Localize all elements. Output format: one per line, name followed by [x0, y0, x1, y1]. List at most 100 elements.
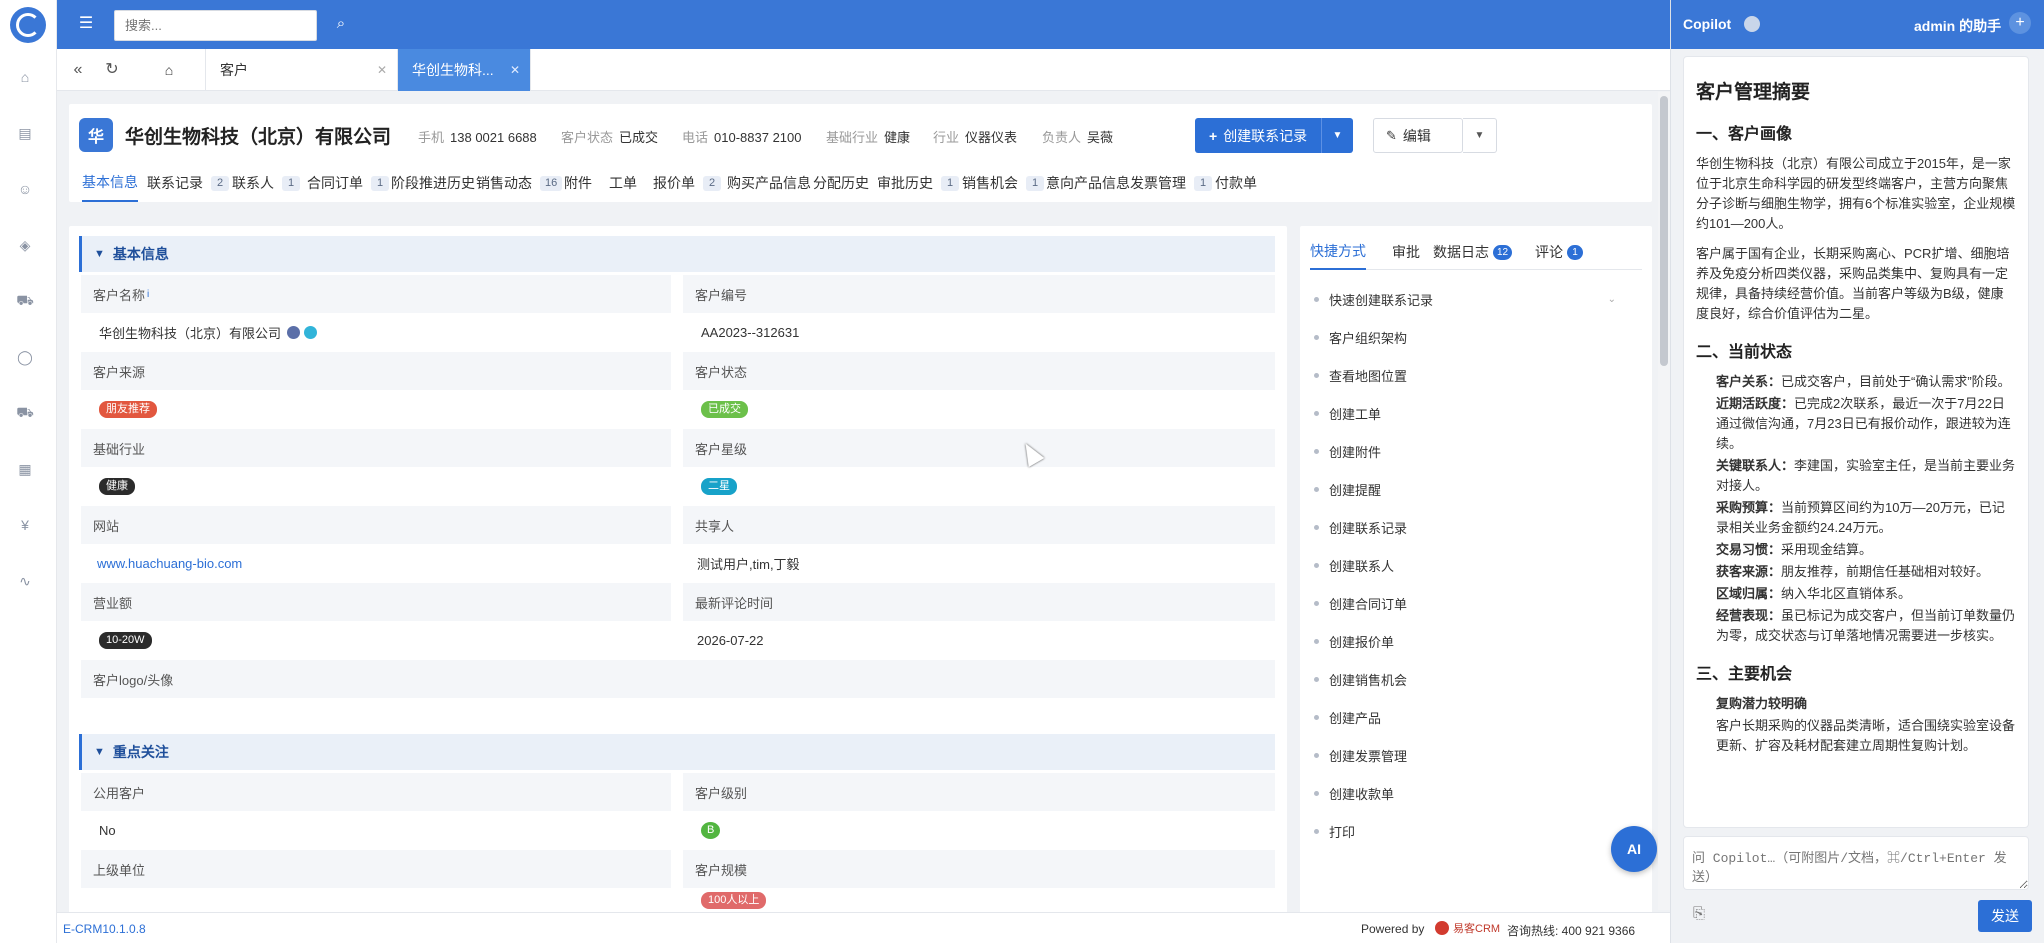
ai-assistant-button[interactable]: AI	[1611, 826, 1657, 872]
activity-icon[interactable]: ∿	[16, 572, 34, 590]
field-label-customer-name: 客户名称 i	[81, 275, 671, 313]
send-button[interactable]: 发送	[1978, 900, 2032, 932]
copilot-input[interactable]	[1683, 836, 2029, 890]
tab-comments[interactable]: 评论 1	[1535, 234, 1583, 270]
edit-more-dropdown[interactable]: ▼	[1463, 118, 1497, 153]
bullet-icon	[1314, 828, 1319, 834]
field-label-level: 客户级别	[683, 773, 1275, 811]
field-value-industry: 健康	[81, 467, 671, 505]
tab-approval[interactable]: 审批	[1392, 234, 1420, 270]
chevron-down-icon[interactable]: ▼	[1321, 118, 1353, 153]
subtab-assignment-history[interactable]: 分配历史	[813, 164, 869, 202]
subtab-stage-history[interactable]: 阶段推进历史	[391, 164, 475, 202]
bullet-icon	[1314, 334, 1319, 340]
field-label-website: 网站	[81, 506, 671, 544]
home-icon[interactable]: ⌂	[16, 68, 34, 86]
section-basic-info[interactable]: ▼ 基本信息	[79, 236, 1275, 272]
subtab-contact-records[interactable]: 联系记录 2	[147, 164, 229, 202]
quick-item-create-invoice[interactable]: 创建发票管理	[1314, 740, 1407, 770]
chevron-down-icon[interactable]: ⌄	[1608, 284, 1616, 314]
summary-bullet: 客户长期采购的仪器品类清晰，适合围绕实验室设备更新、扩容及耗材配套建立周期性复购…	[1716, 718, 2016, 753]
money-icon[interactable]: ¥	[16, 516, 34, 534]
close-icon[interactable]: ✕	[510, 63, 520, 77]
close-icon[interactable]: ✕	[377, 63, 387, 77]
subtab-payments[interactable]: 付款单	[1215, 164, 1257, 202]
quick-item-print[interactable]: 打印	[1314, 816, 1355, 846]
quick-item-create-reminder[interactable]: 创建提醒	[1314, 474, 1381, 504]
website-link[interactable]: www.huachuang-bio.com	[97, 556, 242, 571]
global-search-input[interactable]	[114, 10, 317, 41]
tab-customers[interactable]: 客户 ✕	[206, 49, 398, 91]
section-focus[interactable]: ▼ 重点关注	[79, 734, 1275, 770]
field-label-public: 公用客户	[81, 773, 671, 811]
field-label-industry: 基础行业	[81, 429, 671, 467]
chevron-down-icon: ▼	[94, 248, 105, 260]
subtab-basic-info[interactable]: 基本信息	[82, 164, 138, 202]
quick-item-create-product[interactable]: 创建产品	[1314, 702, 1381, 732]
scrollbar-thumb[interactable]	[1660, 96, 1668, 366]
subtab-quotes[interactable]: 报价单 2	[653, 164, 721, 202]
quick-actions-panel: 快捷方式 审批 数据日志 12 评论 1 快速创建联系记录 ⌄ 客户组织架构 查看地图…	[1300, 226, 1652, 916]
subtab-purchased-products[interactable]: 购买产品信息	[727, 164, 811, 202]
pencil-icon: ✎	[1386, 127, 1397, 143]
calendar-icon[interactable]: ▦	[16, 460, 34, 478]
subtab-intended-products[interactable]: 意向产品信息	[1046, 164, 1130, 202]
edit-button[interactable]: ✎ 编辑	[1373, 118, 1463, 153]
quick-item-create-receipt[interactable]: 创建收款单	[1314, 778, 1394, 808]
search-icon[interactable]: ⌕	[332, 15, 350, 33]
version-link[interactable]: E-CRM10.1.0.8	[63, 922, 146, 936]
quick-item-create-contact[interactable]: 创建联系人	[1314, 550, 1394, 580]
page-scrollbar[interactable]	[1658, 92, 1670, 910]
left-nav-sidebar: ⌂ ▤ ☺ ◈ ⛟ ◯ ⛟ ▦ ¥ ∿	[0, 0, 57, 943]
document-icon[interactable]: ▤	[16, 124, 34, 142]
bullet-icon	[1314, 296, 1319, 302]
quick-item-create-contract[interactable]: 创建合同订单	[1314, 588, 1407, 618]
field-value-public: No	[99, 822, 116, 838]
avatar: 华	[79, 118, 113, 152]
quick-item-org-chart[interactable]: 客户组织架构	[1314, 322, 1407, 352]
subtab-contract-orders[interactable]: 合同订单 1	[307, 164, 389, 202]
chevron-down-icon: ▼	[1474, 130, 1485, 141]
quick-item-create-record[interactable]: 创建联系记录	[1314, 512, 1407, 542]
tab-customer-detail[interactable]: 华创生物科... ✕	[398, 49, 531, 91]
field-label-revenue: 营业额	[81, 583, 671, 621]
field-label-parent: 上级单位	[81, 850, 671, 888]
meta-status: 客户状态 已成交	[561, 130, 659, 145]
shopping-icon[interactable]: ⛟	[16, 404, 34, 422]
quick-item-map[interactable]: 查看地图位置	[1314, 360, 1407, 390]
subtab-work-orders[interactable]: 工单	[609, 164, 637, 202]
badge-icon[interactable]	[287, 325, 301, 339]
info-icon[interactable]: i	[147, 289, 149, 300]
quick-item-create-attachment[interactable]: 创建附件	[1314, 436, 1381, 466]
attach-icon[interactable]: ⎘	[1693, 905, 1711, 923]
chevron-down-icon: ▼	[94, 746, 105, 758]
subtab-sales-activity[interactable]: 销售动态 16	[476, 164, 563, 202]
home-icon: ⌂	[164, 62, 174, 78]
subtab-opportunities[interactable]: 销售机会 1	[962, 164, 1044, 202]
app-logo[interactable]	[10, 7, 46, 43]
quick-item-create-work-order[interactable]: 创建工单	[1314, 398, 1381, 428]
meta-industry: 行业 仪器仪表	[933, 130, 1018, 145]
quick-item-create-opportunity[interactable]: 创建销售机会	[1314, 664, 1407, 694]
stack-icon[interactable]: ◈	[16, 236, 34, 254]
chat-icon[interactable]: ◯	[16, 348, 34, 366]
subtab-approval-history[interactable]: 审批历史 1	[877, 164, 959, 202]
copilot-message: 客户管理摘要 一、客户画像 华创生物科技（北京）有限公司成立于2015年，是一家…	[1683, 56, 2029, 828]
quick-item-create-quote[interactable]: 创建报价单	[1314, 626, 1394, 656]
refresh-icon[interactable]: ↻	[102, 60, 122, 80]
create-contact-record-button[interactable]: + 创建联系记录 ▼	[1195, 118, 1353, 153]
cart-icon[interactable]: ⛟	[16, 292, 34, 310]
web-icon[interactable]	[304, 325, 318, 339]
field-label-customer-no: 客户名称客户编号	[683, 275, 1275, 313]
tab-data-log[interactable]: 数据日志 12	[1433, 234, 1513, 270]
subtab-attachments[interactable]: 附件	[564, 164, 592, 202]
new-chat-icon[interactable]: +	[2009, 12, 2031, 34]
menu-toggle-icon[interactable]: ☰	[77, 15, 95, 33]
subtab-contacts[interactable]: 联系人 1	[232, 164, 300, 202]
quick-item-create-contact-record[interactable]: 快速创建联系记录 ⌄	[1314, 284, 1634, 314]
tab-shortcuts[interactable]: 快捷方式	[1310, 234, 1366, 270]
contacts-icon[interactable]: ☺	[16, 180, 34, 198]
collapse-left-icon[interactable]: «	[68, 60, 88, 80]
tab-home[interactable]: ⌂	[133, 49, 206, 91]
subtab-invoices[interactable]: 发票管理 1	[1130, 164, 1212, 202]
